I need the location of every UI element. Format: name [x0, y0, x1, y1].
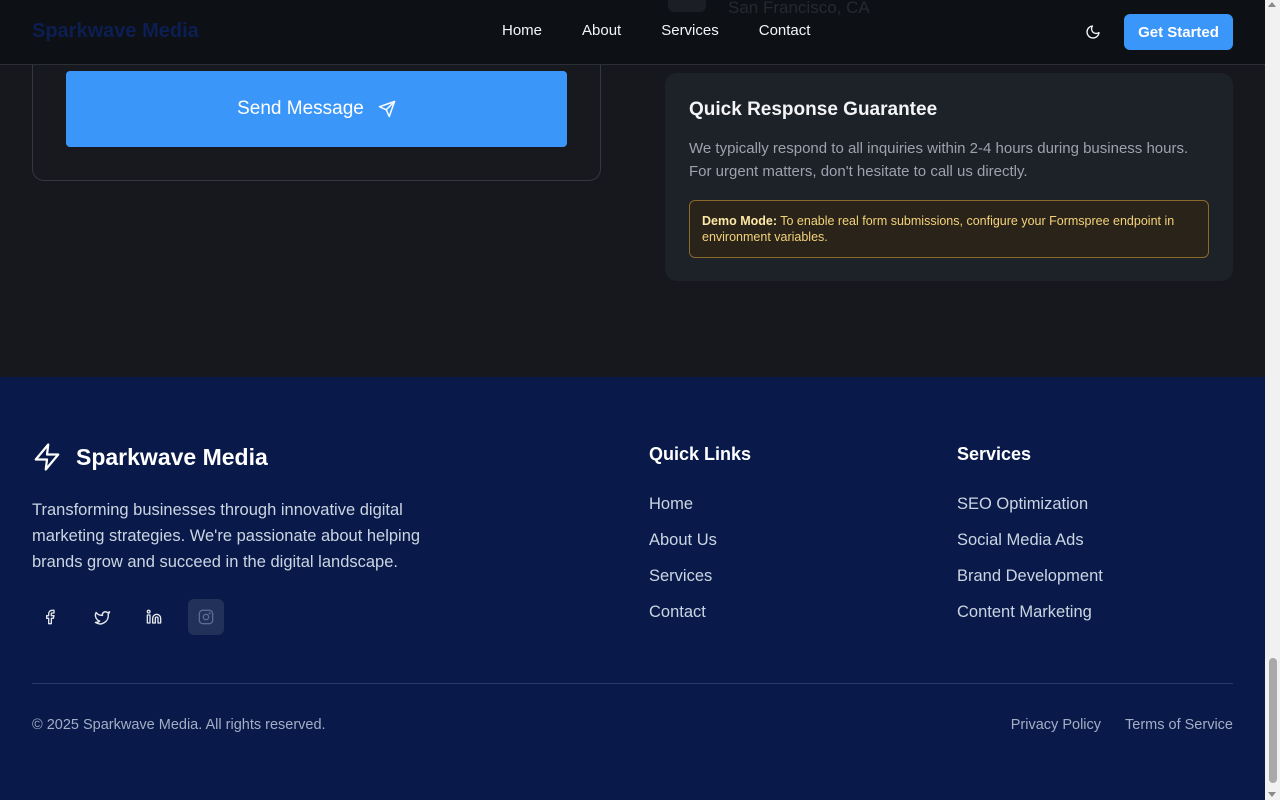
- quick-response-text: We typically respond to all inquiries wi…: [689, 140, 1189, 180]
- theme-toggle-button[interactable]: [1082, 21, 1104, 43]
- quick-response-title: Quick Response Guarantee: [689, 99, 938, 120]
- footer-description: Transforming businesses through innovati…: [32, 501, 421, 571]
- terms-of-service-link[interactable]: Terms of Service: [1125, 717, 1233, 733]
- footer-service-seo[interactable]: SEO Optimization: [957, 495, 1103, 514]
- send-message-button[interactable]: Send Message: [66, 71, 567, 147]
- instagram-link[interactable]: [188, 599, 224, 635]
- demo-mode-notice: Demo Mode: To enable real form submissio…: [689, 200, 1209, 258]
- linkedin-icon: [146, 609, 162, 624]
- send-message-label: Send Message: [237, 98, 364, 119]
- footer-link-contact[interactable]: Contact: [649, 603, 751, 622]
- scrollbar-thumb[interactable]: [1269, 658, 1277, 783]
- location-icon: [668, 0, 706, 12]
- nav-services[interactable]: Services: [661, 22, 719, 39]
- services-title: Services: [957, 444, 1032, 464]
- footer-brand-name: Sparkwave Media: [76, 443, 268, 470]
- linkedin-link[interactable]: [136, 599, 172, 635]
- scroll-down-arrow-icon[interactable]: [1268, 792, 1276, 797]
- quick-links-title: Quick Links: [649, 444, 752, 464]
- footer-link-home[interactable]: Home: [649, 495, 751, 514]
- footer-service-social-ads[interactable]: Social Media Ads: [957, 531, 1103, 550]
- footer-divider: [32, 683, 1233, 684]
- copyright-text: © 2025 Sparkwave Media. All rights reser…: [32, 717, 326, 733]
- contact-location-text: San Francisco, CA: [728, 0, 870, 17]
- footer-service-content[interactable]: Content Marketing: [957, 603, 1103, 622]
- nav-about[interactable]: About: [582, 22, 621, 39]
- demo-mode-label: Demo Mode:: [702, 214, 777, 228]
- get-started-button[interactable]: Get Started: [1124, 14, 1233, 50]
- footer-service-brand[interactable]: Brand Development: [957, 567, 1103, 586]
- privacy-policy-link[interactable]: Privacy Policy: [1011, 717, 1101, 733]
- main-nav: Home About Services Contact: [502, 22, 810, 39]
- legal-links: Privacy Policy Terms of Service: [1011, 717, 1233, 733]
- site-footer: Sparkwave Media Transforming businesses …: [0, 377, 1265, 800]
- quick-response-card: Quick Response Guarantee We typically re…: [665, 73, 1233, 281]
- twitter-link[interactable]: [84, 599, 120, 635]
- scroll-up-arrow-icon[interactable]: [1268, 2, 1276, 7]
- nav-contact[interactable]: Contact: [759, 22, 811, 39]
- instagram-icon: [198, 609, 214, 625]
- lightning-icon: [34, 443, 60, 471]
- facebook-icon: [46, 609, 55, 625]
- page-scrollbar[interactable]: [1265, 0, 1280, 800]
- nav-home[interactable]: Home: [502, 22, 542, 39]
- moon-icon: [1086, 25, 1100, 39]
- footer-link-services[interactable]: Services: [649, 567, 751, 586]
- send-icon: [378, 100, 396, 118]
- site-header: Sparkwave Media Home About Services Cont…: [0, 0, 1265, 65]
- twitter-icon: [94, 610, 110, 625]
- facebook-link[interactable]: [32, 599, 68, 635]
- quick-links-column: Quick Links Home About Us Services Conta…: [649, 444, 751, 639]
- footer-link-about[interactable]: About Us: [649, 531, 751, 550]
- services-column: Services SEO Optimization Social Media A…: [957, 444, 1103, 639]
- footer-logo[interactable]: Sparkwave Media: [32, 442, 268, 472]
- brand-logo-text[interactable]: Sparkwave Media: [32, 20, 199, 43]
- social-links: [32, 599, 224, 635]
